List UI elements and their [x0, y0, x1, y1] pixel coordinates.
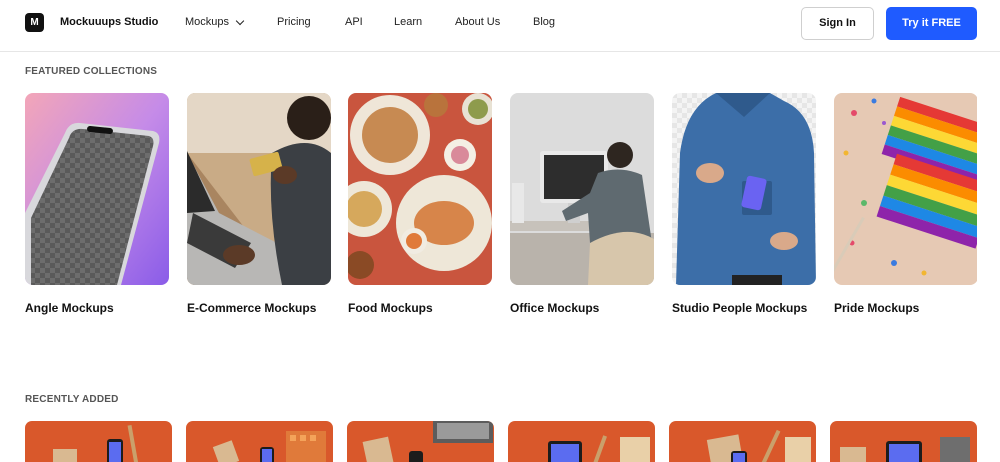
- collection-label[interactable]: Office Mockups: [510, 301, 599, 315]
- recent-card-image: [53, 424, 139, 462]
- recent-card-image: [706, 429, 811, 462]
- try-free-button[interactable]: Try it FREE: [886, 7, 977, 40]
- sign-in-button[interactable]: Sign In: [801, 7, 874, 40]
- nav-learn[interactable]: Learn: [394, 16, 422, 28]
- recent-card[interactable]: [347, 421, 494, 462]
- pride-mockups-image: [834, 93, 977, 285]
- collection-label[interactable]: E-Commerce Mockups: [187, 301, 316, 315]
- site-header: M Mockuuups Studio Mockups Pricing API L…: [0, 0, 1000, 52]
- collection-card-angle[interactable]: [25, 93, 169, 285]
- office-mockups-image: [510, 93, 654, 285]
- recent-card[interactable]: [25, 421, 172, 462]
- chevron-down-icon: [235, 16, 245, 25]
- recent-card[interactable]: [669, 421, 816, 462]
- food-mockups-image: [348, 93, 492, 285]
- recent-card[interactable]: [186, 421, 333, 462]
- recent-card[interactable]: [508, 421, 655, 462]
- nav-blog[interactable]: Blog: [533, 16, 555, 28]
- collection-card-food[interactable]: [348, 93, 492, 285]
- recent-card[interactable]: [830, 421, 977, 462]
- collection-label[interactable]: Pride Mockups: [834, 301, 919, 315]
- nav-pricing[interactable]: Pricing: [277, 16, 311, 28]
- brand-logo-icon[interactable]: M: [25, 13, 44, 32]
- collection-label[interactable]: Studio People Mockups: [672, 301, 807, 315]
- ecommerce-mockups-image: [187, 93, 331, 285]
- nav-mockups-label: Mockups: [185, 16, 230, 28]
- collection-card-ecommerce[interactable]: [187, 93, 331, 285]
- brand-name[interactable]: Mockuuups Studio: [60, 16, 158, 28]
- studio-people-mockups-image: [672, 93, 816, 285]
- collection-card-pride[interactable]: [834, 93, 978, 285]
- nav-api[interactable]: API: [345, 16, 363, 28]
- nav-about-us[interactable]: About Us: [455, 16, 500, 28]
- nav-mockups[interactable]: Mockups: [185, 16, 245, 28]
- featured-collections-heading: FEATURED COLLECTIONS: [25, 66, 158, 77]
- collection-label[interactable]: Food Mockups: [348, 301, 433, 315]
- recent-card-image: [548, 435, 650, 462]
- recent-card-image: [212, 431, 326, 462]
- collection-card-studio-people[interactable]: [672, 93, 816, 285]
- collection-label[interactable]: Angle Mockups: [25, 301, 114, 315]
- recent-card-image: [362, 421, 493, 462]
- recently-added-heading: RECENTLY ADDED: [25, 394, 119, 405]
- angle-mockups-image: [25, 93, 169, 285]
- collection-card-office[interactable]: [510, 93, 654, 285]
- recent-card-image: [840, 437, 970, 462]
